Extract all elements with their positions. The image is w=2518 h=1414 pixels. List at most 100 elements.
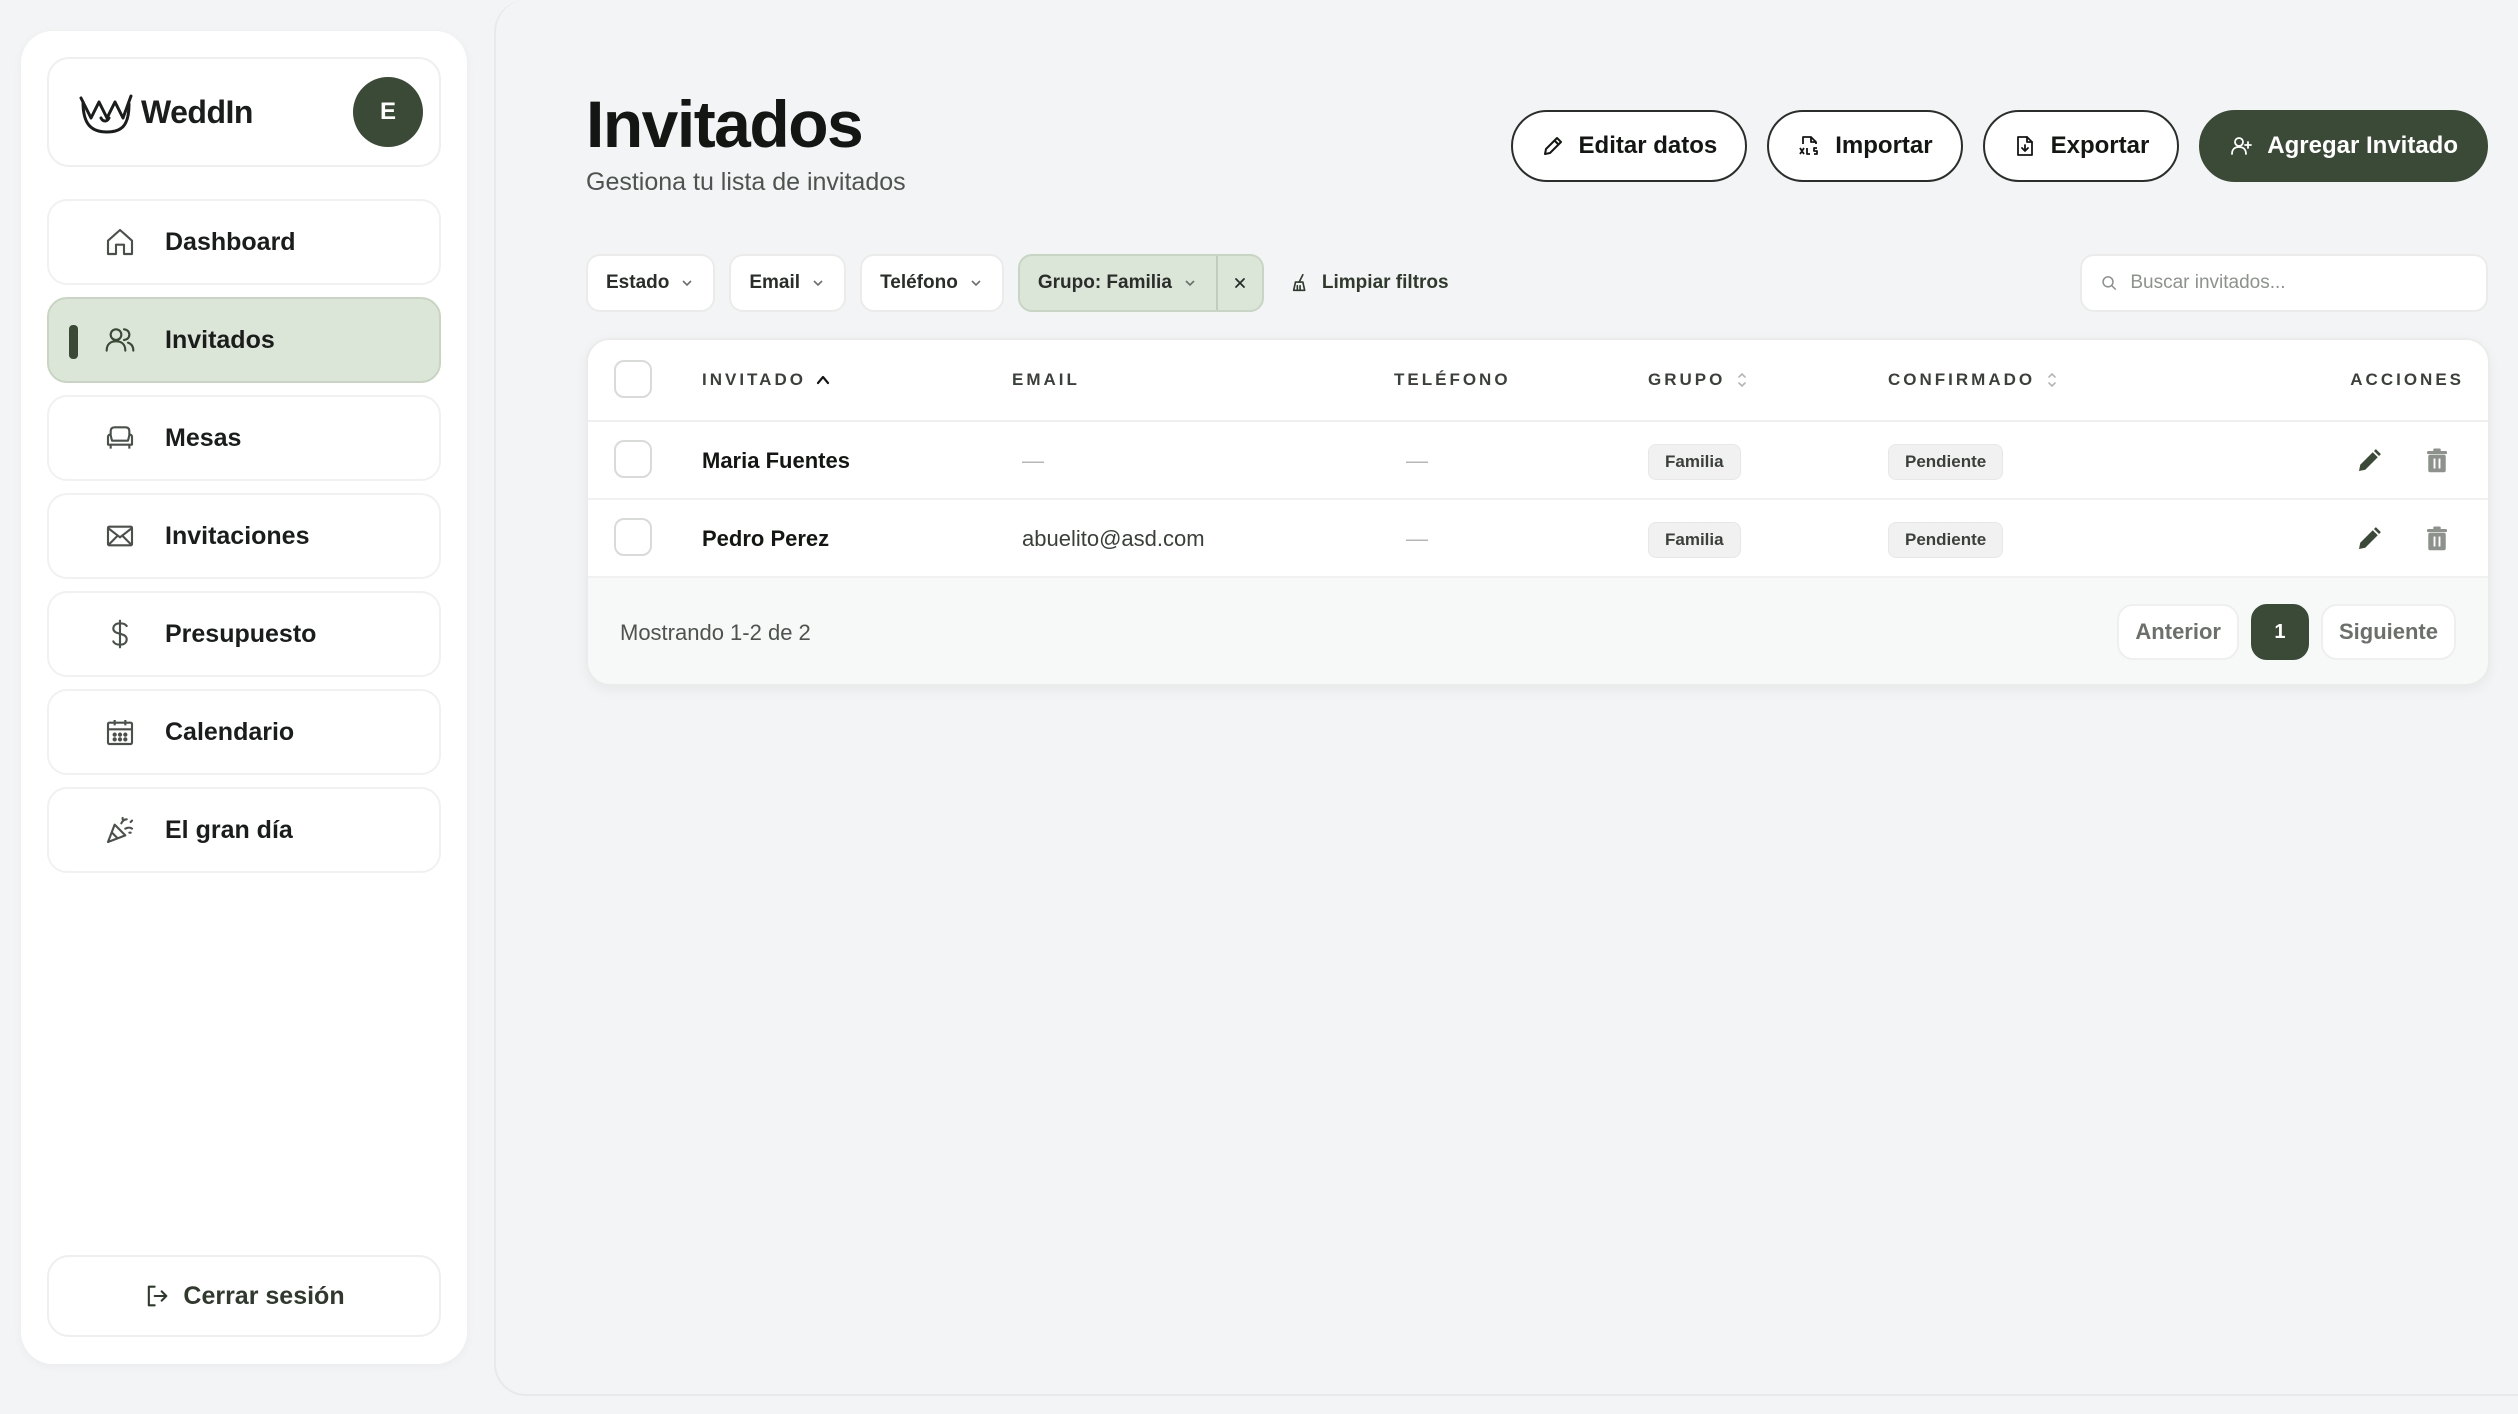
trash-icon [2427, 448, 2447, 473]
pencil-icon [1543, 137, 1562, 155]
xls-file-icon [1799, 136, 1819, 155]
mail-icon [103, 519, 137, 553]
sidebar-item-invitados[interactable]: Invitados [47, 297, 441, 383]
sidebar-item-label: Invitaciones [165, 521, 310, 550]
table-row[interactable]: Pedro Perez abuelito@asd.com — Familia P… [588, 500, 2488, 578]
home-icon [103, 225, 137, 259]
select-all-checkbox[interactable] [614, 360, 652, 398]
next-page-button[interactable]: Siguiente [2320, 604, 2456, 660]
sidebar-item-label: Calendario [165, 717, 295, 746]
filter-grupo-dropdown[interactable]: Grupo: Familia [1020, 256, 1216, 310]
sidebar: WeddIn E Dashboard Invitados Mesas Invit… [21, 31, 467, 1364]
filter-estado[interactable]: Estado [586, 254, 716, 312]
group-badge: Familia [1648, 522, 1741, 558]
search-icon [2102, 276, 2117, 290]
party-popper-icon [103, 813, 137, 847]
sidebar-item-el-gran-dia[interactable]: El gran día [47, 787, 441, 873]
search-input[interactable] [2130, 272, 2468, 294]
brand-header: WeddIn E [47, 57, 441, 167]
active-indicator [69, 325, 78, 359]
column-confirmado[interactable]: CONFIRMADO [1888, 370, 2059, 390]
showing-count: Mostrando 1-2 de 2 [620, 620, 811, 645]
brand-name: WeddIn [141, 93, 253, 130]
status-badge: Pendiente [1888, 522, 2004, 558]
sort-icon [1738, 373, 1747, 387]
weddin-logo-icon [77, 88, 137, 136]
header-actions: Editar datos Importar Exportar Agregar I… [1510, 110, 2488, 182]
remove-filter-button[interactable] [1218, 256, 1262, 310]
table-header: INVITADO EMAIL TELÉFONO GRUPO CONFIRMADO… [588, 340, 2488, 422]
column-invitado[interactable]: INVITADO [702, 370, 830, 390]
current-page-button[interactable]: 1 [2250, 604, 2309, 660]
logout-button[interactable]: Cerrar sesión [47, 1255, 441, 1337]
column-email: EMAIL [1012, 370, 1080, 389]
clear-filters-button[interactable]: Limpiar filtros [1290, 272, 1449, 294]
filter-email[interactable]: Email [729, 254, 847, 312]
add-guest-button[interactable]: Agregar Invitado [2199, 110, 2488, 182]
file-download-icon [2016, 136, 2033, 156]
import-label: Importar [1835, 132, 1933, 159]
filter-email-label: Email [749, 272, 801, 293]
add-guest-label: Agregar Invitado [2267, 132, 2458, 159]
column-grupo[interactable]: GRUPO [1648, 370, 1749, 390]
sidebar-item-calendario[interactable]: Calendario [47, 689, 441, 775]
pencil-icon [2359, 449, 2381, 471]
chevron-down-icon [1185, 280, 1195, 287]
export-label: Exportar [2050, 132, 2150, 159]
filter-grupo: Grupo: Familia [1017, 254, 1264, 312]
app-root: WeddIn E Dashboard Invitados Mesas Invit… [0, 0, 2518, 1414]
table-row[interactable]: Maria Fuentes — — Familia Pendiente [588, 422, 2488, 500]
close-icon [1235, 278, 1245, 288]
sort-icon [2048, 373, 2056, 387]
column-invitado-label: INVITADO [702, 370, 806, 389]
search-box [2080, 254, 2488, 312]
sidebar-item-label: Invitados [165, 325, 275, 354]
sidebar-item-label: Mesas [165, 423, 242, 452]
filter-bar: Estado Email Teléfono Grupo: Familia Lim… [586, 254, 1449, 312]
sidebar-nav: Dashboard Invitados Mesas Invitaciones P… [47, 199, 441, 885]
edit-guest-button[interactable] [2354, 446, 2384, 476]
sidebar-item-presupuesto[interactable]: Presupuesto [47, 591, 441, 677]
sidebar-item-dashboard[interactable]: Dashboard [47, 199, 441, 285]
sort-ascending-icon [816, 375, 830, 385]
edit-data-button[interactable]: Editar datos [1510, 110, 1748, 182]
guest-email: abuelito@asd.com [1022, 526, 1205, 551]
user-avatar[interactable]: E [353, 77, 423, 147]
clear-filters-label: Limpiar filtros [1321, 272, 1449, 293]
sidebar-item-label: Presupuesto [165, 619, 317, 648]
chevron-down-icon [971, 280, 981, 287]
previous-page-button[interactable]: Anterior [2117, 604, 2239, 660]
calendar-icon [103, 715, 137, 749]
sidebar-item-label: El gran día [165, 815, 293, 844]
guest-name: Pedro Perez [702, 526, 830, 551]
guest-name: Maria Fuentes [702, 448, 850, 473]
import-button[interactable]: Importar [1767, 110, 1963, 182]
logout-label: Cerrar sesión [183, 1281, 345, 1310]
delete-guest-button[interactable] [2422, 524, 2452, 554]
sidebar-item-mesas[interactable]: Mesas [47, 395, 441, 481]
export-button[interactable]: Exportar [1982, 110, 2180, 182]
dollar-icon [103, 617, 137, 651]
status-badge: Pendiente [1888, 444, 2004, 480]
main-content: Invitados Gestiona tu lista de invitados… [494, 0, 2518, 1396]
chevron-down-icon [682, 280, 692, 287]
logout-icon [148, 1285, 168, 1307]
column-confirmado-label: CONFIRMADO [1888, 370, 2036, 389]
edit-guest-button[interactable] [2354, 524, 2384, 554]
row-checkbox[interactable] [614, 518, 652, 556]
user-plus-icon [2231, 137, 2253, 155]
row-checkbox[interactable] [614, 440, 652, 478]
guests-table: INVITADO EMAIL TELÉFONO GRUPO CONFIRMADO… [586, 338, 2490, 686]
filter-telefono[interactable]: Teléfono [860, 254, 1004, 312]
sidebar-item-label: Dashboard [165, 227, 296, 256]
guest-phone: — [1406, 526, 1428, 551]
filter-telefono-label: Teléfono [880, 272, 958, 293]
edit-data-label: Editar datos [1578, 132, 1718, 159]
pagination: Anterior 1 Siguiente [2117, 604, 2456, 660]
page-title: Invitados [586, 87, 864, 161]
delete-guest-button[interactable] [2422, 446, 2452, 476]
pencil-icon [2359, 527, 2381, 549]
page-subtitle: Gestiona tu lista de invitados [586, 168, 906, 196]
column-telefono: TELÉFONO [1394, 370, 1511, 389]
sidebar-item-invitaciones[interactable]: Invitaciones [47, 493, 441, 579]
